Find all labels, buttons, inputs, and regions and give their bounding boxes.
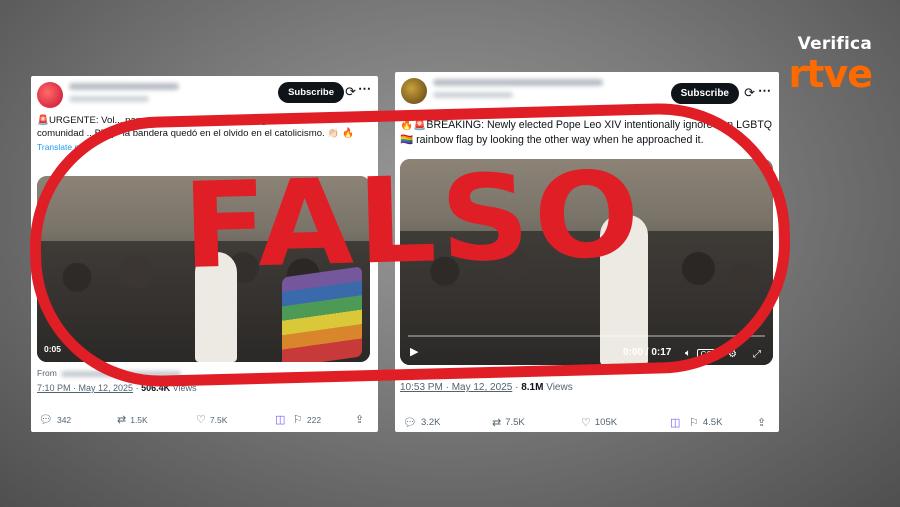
share-button[interactable]: ⇪ <box>757 416 766 429</box>
blurred-display-name <box>69 83 179 90</box>
bookmark-button[interactable]: ⚐ 4.5K <box>689 416 722 429</box>
bookmark-count: 222 <box>306 414 322 425</box>
subscribe-button[interactable]: Subscribe <box>278 82 344 103</box>
grok-icon[interactable]: ⟳ <box>744 85 755 101</box>
post-date[interactable]: 10:53 PM · May 12, 2025 <box>400 382 512 393</box>
views-count: 8.1M <box>521 382 544 393</box>
bookmark-count: 4.5K <box>702 417 723 428</box>
blurred-display-name <box>433 79 603 86</box>
grok-analyze-button[interactable]: ◫ <box>670 416 680 429</box>
brand-logo: Verifica rtve <box>788 34 873 96</box>
brand-verifica: Verifica <box>797 34 872 54</box>
avatar[interactable] <box>401 78 427 104</box>
brand-rtve: rtve <box>788 52 873 96</box>
blurred-handle <box>433 92 513 98</box>
share-icon: ⇪ <box>757 417 767 429</box>
bookmark-icon: ⚐ <box>689 417 699 429</box>
like-count: 105K <box>594 417 618 428</box>
heart-icon: ♡ <box>196 414 206 426</box>
more-options-icon[interactable]: ⋯ <box>758 83 771 99</box>
reply-icon: 💬︎ <box>39 414 53 426</box>
repost-count: 7.5K <box>505 417 525 428</box>
reply-count: 3.2K <box>420 417 441 428</box>
like-button[interactable]: ♡ 105K <box>581 416 617 429</box>
grok-spark-icon: ◫ <box>275 414 286 426</box>
like-button[interactable]: ♡ 7.5K <box>196 413 227 426</box>
repost-icon: ⇄ <box>117 414 127 426</box>
share-icon: ⇪ <box>355 414 365 426</box>
repost-icon: ⇄ <box>492 417 502 429</box>
blurred-handle <box>69 96 149 102</box>
grok-analyze-button[interactable]: ◫ <box>275 413 285 426</box>
fullscreen-icon[interactable]: ⤢ <box>753 349 761 360</box>
reply-icon: 💬︎ <box>403 417 417 429</box>
post-date[interactable]: 7:10 PM · May 12, 2025 <box>37 383 133 393</box>
reply-button[interactable]: 💬︎ 342 <box>39 413 71 426</box>
grok-icon[interactable]: ⟳ <box>345 84 356 100</box>
repost-button[interactable]: ⇄ 7.5K <box>492 416 525 429</box>
reply-button[interactable]: 💬︎ 3.2K <box>403 416 441 429</box>
reply-count: 342 <box>56 414 72 425</box>
share-button[interactable]: ⇪ <box>355 413 364 426</box>
from-label: From <box>37 368 57 378</box>
post-header: Subscribe ⟳ ⋯ <box>31 76 378 114</box>
grok-spark-icon: ◫ <box>670 417 681 429</box>
subscribe-button[interactable]: Subscribe <box>670 83 739 104</box>
avatar[interactable] <box>37 82 63 108</box>
more-options-icon[interactable]: ⋯ <box>358 81 371 97</box>
post-meta: 10:53 PM · May 12, 2025 · 8.1M Views <box>400 382 573 393</box>
video-duration: 0:05 <box>44 344 62 354</box>
repost-button[interactable]: ⇄ 1.5K <box>117 413 148 426</box>
bookmark-button[interactable]: ⚐ 222 <box>293 413 321 426</box>
heart-icon: ♡ <box>581 417 591 429</box>
views-label: Views <box>546 382 573 393</box>
falso-stamp-label: FALSO <box>180 144 646 296</box>
bookmark-icon: ⚐ <box>293 414 303 426</box>
repost-count: 1.5K <box>130 414 148 425</box>
like-count: 7.5K <box>209 414 228 425</box>
